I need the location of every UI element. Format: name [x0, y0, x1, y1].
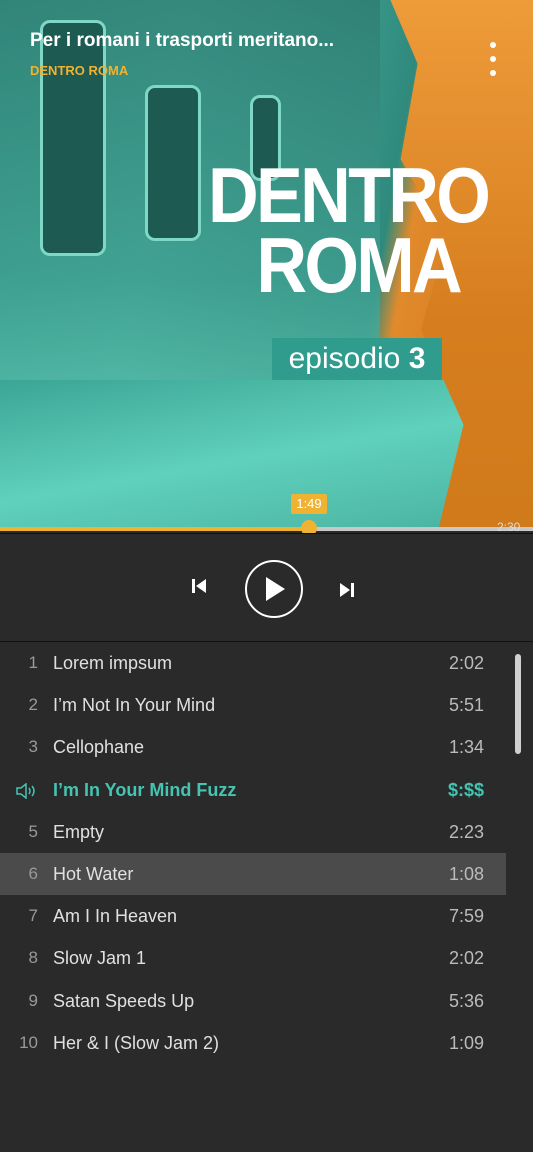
- track-duration: 1:34: [448, 737, 484, 757]
- track-row[interactable]: I’m In Your Mind Fuzz $:$$: [0, 769, 506, 811]
- track-duration: 2:23: [448, 822, 484, 842]
- track-title: Cellophane: [53, 737, 145, 757]
- more-options-icon[interactable]: [480, 40, 506, 80]
- track-number: 1: [28, 653, 38, 672]
- track-duration: 2:02: [448, 948, 484, 968]
- playlist: 1 Lorem impsum 2:02 2 I’m Not In Your Mind 5:…: [0, 642, 533, 1152]
- episode-label: episodio 3: [272, 338, 442, 380]
- track-number: 9: [28, 991, 38, 1010]
- track-title: Satan Speeds Up: [53, 991, 195, 1011]
- track-row[interactable]: 7 Am I In Heaven 7:59: [0, 895, 506, 937]
- progress-fill: [0, 527, 309, 531]
- track-duration: 5:36: [448, 991, 484, 1011]
- track-row[interactable]: 6 Hot Water 1:08: [0, 853, 506, 895]
- album-artwork: DENTRO ROMA episodio 3 Per i romani i tr…: [0, 0, 533, 531]
- track-duration: 1:08: [448, 864, 484, 884]
- track-row[interactable]: 8 Slow Jam 1 2:02: [0, 937, 506, 979]
- now-playing-speaker-icon: [14, 769, 38, 811]
- track-number: 10: [19, 1033, 38, 1052]
- track-title: Hot Water: [53, 864, 134, 884]
- track-row[interactable]: 5 Empty 2:23: [0, 811, 506, 853]
- episode-title: Per i romani i trasporti meritano...: [30, 30, 335, 51]
- episode-word: episodio: [288, 342, 401, 375]
- track-title: Am I In Heaven: [53, 906, 178, 926]
- track-number: 6: [28, 864, 38, 883]
- track-row[interactable]: 2 I’m Not In Your Mind 5:51: [0, 684, 506, 726]
- track-title: Slow Jam 1: [53, 948, 147, 968]
- track-row[interactable]: 1 Lorem impsum 2:02: [0, 642, 506, 684]
- play-icon: [266, 577, 285, 601]
- track-duration: 5:51: [448, 695, 484, 715]
- track-duration: 1:09: [448, 1033, 484, 1053]
- track-title: Lorem impsum: [53, 653, 173, 673]
- track-number: 7: [28, 906, 38, 925]
- skip-previous-icon[interactable]: [189, 576, 209, 596]
- track-number: 2: [28, 695, 38, 714]
- podcast-name[interactable]: DENTRO ROMA: [30, 63, 128, 78]
- track-duration: $:$$: [447, 780, 484, 800]
- episode-number: 3: [408, 342, 426, 375]
- current-time-badge: 1:49: [291, 494, 327, 514]
- skip-next-icon[interactable]: [337, 580, 357, 600]
- track-row[interactable]: 3 Cellophane 1:34: [0, 726, 506, 768]
- track-duration: 2:02: [448, 653, 484, 673]
- artwork-title-line2: ROMA: [256, 221, 462, 309]
- track-title: Her & I (Slow Jam 2): [53, 1033, 220, 1053]
- track-row[interactable]: 10 Her & I (Slow Jam 2) 1:09: [0, 1022, 506, 1064]
- track-number: 3: [28, 737, 38, 756]
- artwork-title-line1: DENTRO: [208, 151, 491, 239]
- track-title: I’m In Your Mind Fuzz: [53, 780, 237, 800]
- track-number: 8: [28, 948, 38, 967]
- artwork-title: DENTRO ROMA: [180, 151, 491, 309]
- duration-label: 2:30: [497, 520, 521, 534]
- track-row[interactable]: 9 Satan Speeds Up 5:36: [0, 980, 506, 1022]
- track-duration: 7:59: [448, 906, 484, 926]
- play-button[interactable]: [245, 560, 303, 618]
- playlist-scrollbar[interactable]: [515, 654, 521, 754]
- train-door: [40, 20, 106, 256]
- track-title: I’m Not In Your Mind: [53, 695, 216, 715]
- track-number: 5: [28, 822, 38, 841]
- track-title: Empty: [53, 822, 105, 842]
- player-controls: [0, 533, 533, 642]
